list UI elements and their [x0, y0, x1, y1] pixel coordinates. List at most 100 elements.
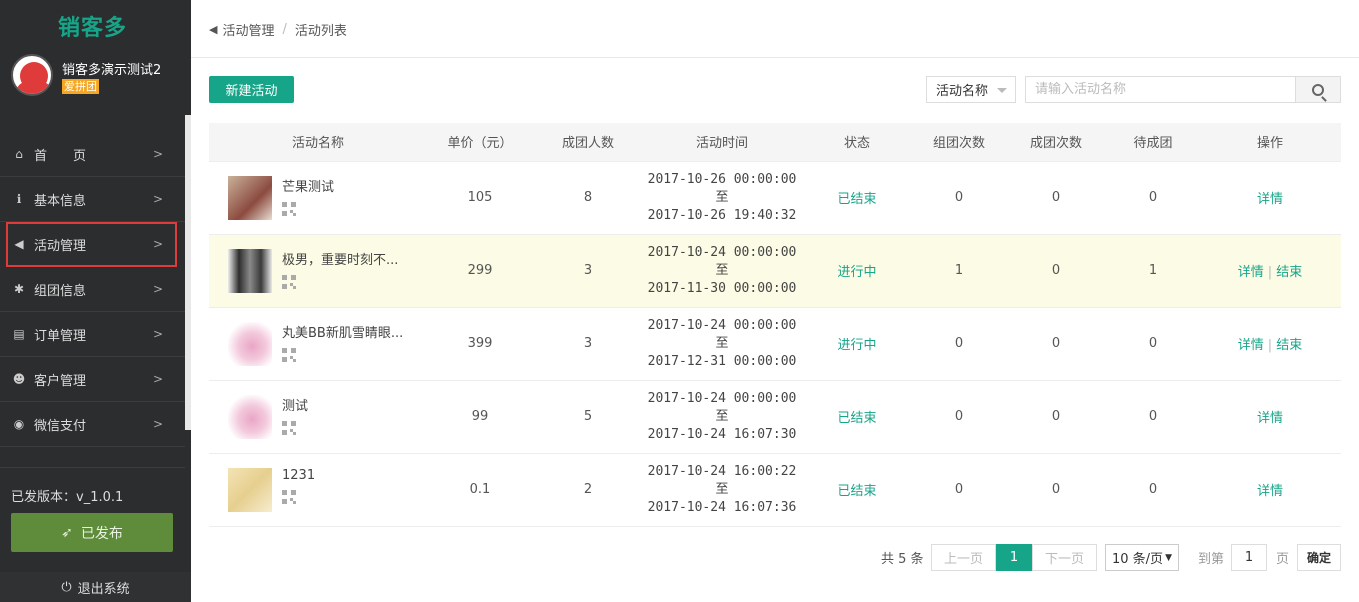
sidebar-item-0[interactable]: ⌂ 首 页 >	[0, 132, 185, 177]
goto-confirm-button[interactable]: 确定	[1297, 544, 1341, 571]
cell-ops: 详情	[1199, 161, 1341, 234]
detail-link[interactable]: 详情	[1257, 484, 1283, 499]
time-to: 至	[715, 408, 729, 424]
cell-groups: 0	[954, 336, 964, 351]
status-badge: 已结束	[837, 411, 877, 426]
avatar	[11, 54, 53, 96]
cluster-icon: ✱	[13, 282, 25, 296]
column-header: 活动名称	[209, 123, 427, 162]
qr-code-icon[interactable]	[282, 201, 296, 216]
sidebar-item-4[interactable]: ▤ 订单管理 >	[0, 312, 185, 357]
cell-price: 0.1	[469, 482, 491, 497]
cell-time: 2017-10-26 00:00:00 至 2017-10-26 19:40:32	[643, 161, 801, 234]
page-unit-label: 页	[1276, 552, 1290, 567]
cell-name: 1231	[209, 453, 427, 526]
column-header: 状态	[801, 123, 913, 162]
sidebar-item-2[interactable]: ◀ 活动管理 >	[6, 222, 177, 267]
product-thumbnail	[228, 394, 272, 439]
logout-button[interactable]: ⏻ 退出系统	[0, 572, 191, 602]
cell-ops: 详情	[1199, 453, 1341, 526]
start-time: 2017-10-24 00:00:00	[647, 390, 797, 406]
search-input[interactable]	[1025, 76, 1296, 103]
detail-link[interactable]: 详情	[1257, 411, 1283, 426]
sidebar-item-5[interactable]: ☻ 客户管理 >	[0, 357, 185, 402]
cell-time: 2017-10-24 00:00:00 至 2017-11-30 00:00:00	[643, 234, 801, 307]
megaphone-icon: ◀	[14, 237, 24, 251]
cell-time: 2017-10-24 16:00:22 至 2017-10-24 16:07:36	[643, 453, 801, 526]
qr-code-icon[interactable]	[282, 420, 296, 435]
cell-success: 0	[1051, 482, 1061, 497]
cell-price: 299	[467, 263, 493, 278]
filter-select[interactable]: 活动名称	[926, 76, 1016, 103]
end-link[interactable]: 结束	[1276, 338, 1302, 353]
cell-groups: 1	[954, 263, 964, 278]
new-activity-button[interactable]: 新建活动	[209, 76, 294, 103]
sidebar-menu-overflow	[0, 456, 185, 468]
sidebar-item-6[interactable]: ◉ 微信支付 >	[0, 402, 185, 447]
cell-pending: 1	[1148, 263, 1158, 278]
sidebar-item-3[interactable]: ✱ 组团信息 >	[0, 267, 185, 312]
goto-page-input[interactable]	[1231, 544, 1267, 571]
sidebar-item-1[interactable]: ℹ 基本信息 >	[0, 177, 185, 222]
caret-down-icon	[997, 88, 1007, 93]
cell-group-size: 5	[583, 409, 593, 424]
time-to: 至	[715, 481, 729, 497]
chevron-right-icon: >	[152, 192, 163, 206]
activity-name: 1231	[282, 467, 316, 483]
user-tag-badge: 爱拼团	[62, 79, 99, 94]
cell-price: 399	[467, 336, 493, 351]
cell-success: 0	[1051, 190, 1061, 205]
detail-link[interactable]: 详情	[1257, 192, 1283, 207]
time-to: 至	[715, 189, 729, 205]
ops-separator: |	[1267, 338, 1273, 353]
detail-link[interactable]: 详情	[1238, 265, 1264, 280]
column-header: 活动时间	[643, 123, 801, 162]
start-time: 2017-10-24 00:00:00	[647, 317, 797, 333]
cell-name: 丸美BB新肌雪睛眼...	[209, 307, 427, 380]
column-header: 待成团	[1107, 123, 1199, 162]
column-header: 成团次数	[1005, 123, 1107, 162]
cell-groups: 0	[954, 190, 964, 205]
power-icon: ⏻	[61, 579, 72, 595]
start-time: 2017-10-24 16:00:22	[647, 463, 797, 479]
sidebar-scrollbar[interactable]	[185, 115, 191, 430]
qr-code-icon[interactable]	[282, 489, 296, 504]
table-row: 测试 99 5 2017-10-24 00:00:00 至 2017-10-24 16:0…	[209, 380, 1341, 453]
table-row: 芒果测试 105 8 2017-10-26 00:00:00 至 2017-10-26 1…	[209, 161, 1341, 234]
qr-code-icon[interactable]	[282, 347, 296, 362]
prev-page-button[interactable]: 上一页	[931, 544, 996, 571]
cell-price: 99	[471, 409, 489, 424]
qr-code-icon[interactable]	[282, 274, 296, 289]
cell-pending: 0	[1148, 190, 1158, 205]
product-thumbnail	[228, 467, 272, 512]
publish-button[interactable]: ➶ 已发布	[11, 513, 173, 552]
page-button-current[interactable]: 1	[996, 544, 1032, 571]
search-button[interactable]	[1295, 76, 1341, 103]
cell-success: 0	[1051, 263, 1061, 278]
page-size-select[interactable]: 10 条/页 ▼	[1105, 544, 1179, 571]
next-page-button[interactable]: 下一页	[1032, 544, 1097, 571]
activity-name: 芒果测试	[282, 179, 335, 195]
megaphone-icon: ◀	[209, 23, 218, 36]
breadcrumb-parent[interactable]: 活动管理	[222, 20, 274, 39]
product-thumbnail	[228, 175, 272, 220]
table-row: 丸美BB新肌雪睛眼... 399 3 2017-10-24 00:00:00 至 2017…	[209, 307, 1341, 380]
caret-down-icon: ▼	[1165, 552, 1172, 563]
end-time: 2017-10-26 19:40:32	[647, 207, 797, 223]
ops-separator: |	[1267, 265, 1273, 280]
wechat-pay-icon: ◉	[13, 417, 25, 431]
start-time: 2017-10-24 00:00:00	[647, 244, 797, 260]
cell-groups: 0	[954, 482, 964, 497]
column-header: 操作	[1199, 123, 1341, 162]
goto-label: 到第	[1198, 552, 1225, 567]
chevron-right-icon: >	[152, 372, 163, 386]
cell-name: 极男，重要时刻不...	[209, 234, 427, 307]
cell-time: 2017-10-24 00:00:00 至 2017-12-31 00:00:00	[643, 307, 801, 380]
chevron-right-icon: >	[152, 147, 163, 161]
detail-link[interactable]: 详情	[1238, 338, 1264, 353]
end-link[interactable]: 结束	[1276, 265, 1302, 280]
cell-group-size: 3	[583, 336, 593, 351]
status-badge: 已结束	[837, 484, 877, 499]
user-name: 销客多演示测试2	[62, 63, 162, 78]
cell-name: 芒果测试	[209, 161, 427, 234]
